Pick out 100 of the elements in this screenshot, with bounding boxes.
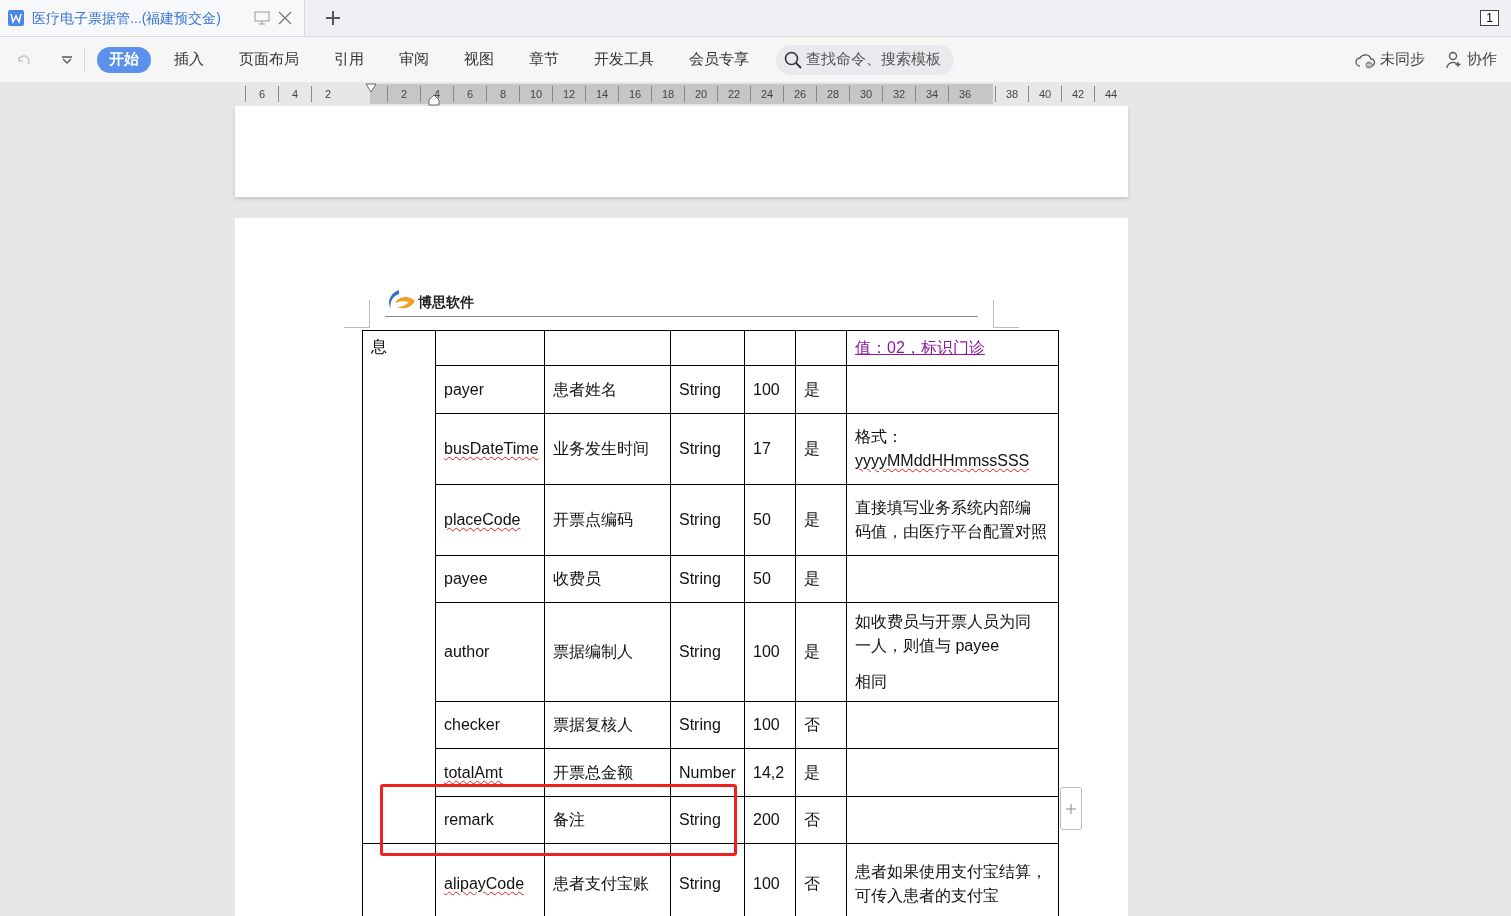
length-cell: 100 [744,365,796,414]
type-cell: String [670,365,745,414]
length-cell [744,330,796,366]
type-cell: String [670,484,745,556]
ruler-number: 24 [750,86,783,102]
note-text: 患者如果使用支付宝结算， [855,861,1048,882]
ruler-number: 4 [278,86,311,102]
note-text: 如收费员与开票人员为同 [855,612,1032,632]
required-cell: 否 [795,701,847,749]
document-title: 医疗电子票据管...(福建预交金) [32,8,221,28]
document-tab[interactable]: 医疗电子票据管...(福建预交金) [0,0,305,36]
note-text: 直接填写业务系统内部编 [855,498,1032,518]
description-cell: 业务发生时间 [544,413,671,485]
type-cell: Number [670,748,745,797]
field-cell: remark [435,796,545,844]
ruler-number: 2 [311,86,344,102]
note-text: 相同 [855,672,888,692]
length-cell: 17 [744,413,796,485]
ribbon-tab[interactable]: 页面布局 [227,46,311,73]
ruler-number: 10 [519,86,552,102]
ribbon-tab[interactable]: 视图 [452,46,506,73]
field-cell: checker [435,701,545,749]
note-text: 一人，则值与 payee [855,636,1001,656]
user-add-icon[interactable] [1445,50,1463,69]
crop-mark [993,300,1019,328]
caret-icon[interactable] [62,55,72,64]
group-label: 息 [371,338,387,355]
ruler-number: 30 [849,86,882,102]
note-link[interactable]: 值：02，标识门诊 [855,336,1050,360]
field-cell: author [435,602,545,702]
required-cell: 是 [795,413,847,485]
ruler-number: 36 [948,86,981,102]
ribbon-tab[interactable]: 章节 [517,46,571,73]
type-cell: String [670,701,745,749]
type-cell: String [670,555,745,603]
ribbon-tab[interactable]: 插入 [162,46,216,73]
plus-icon [1066,803,1076,814]
required-cell: 是 [795,365,847,414]
type-cell: String [670,796,745,844]
search-icon [784,50,802,69]
ruler-number: 14 [585,86,618,102]
ruler-number: 2 [387,86,420,102]
description-cell: 患者姓名 [544,365,671,414]
ruler-number: 28 [816,86,849,102]
length-cell: 50 [744,484,796,556]
logo-text: 博思软件 [418,293,474,312]
plus-icon[interactable] [325,10,341,26]
page-count[interactable]: 1 [1480,10,1499,26]
note-text: 格式： [855,427,904,447]
length-cell: 100 [744,602,796,702]
length-cell: 100 [744,701,796,749]
required-cell: 否 [795,796,847,844]
description-cell: 备注 [544,796,671,844]
description-cell: 开票总金额 [544,748,671,797]
ruler-number: 16 [618,86,651,102]
note-text: yyyyMMddHHmmssSSS [855,451,1031,471]
close-icon[interactable] [278,11,292,25]
length-cell: 200 [744,796,796,844]
type-cell: String [670,413,745,485]
required-cell: 是 [795,484,847,556]
field-cell: payee [435,555,545,603]
description-cell: 收费员 [544,555,671,603]
field-cell: totalAmt [435,748,545,797]
ruler-number: 20 [684,86,717,102]
note-text: 可传入患者的支付宝 [855,885,1000,906]
ribbon-tab[interactable]: 引用 [322,46,376,73]
note-text: 码值，由医疗平台配置对照 [855,522,1048,542]
ruler-number: 44 [1094,86,1127,102]
ribbon-tab[interactable]: 审阅 [387,46,441,73]
field-cell: payer [435,365,545,414]
ruler-number: 6 [453,86,486,102]
document-icon [8,10,24,26]
ruler-number: 32 [882,86,915,102]
ruler-number: 12 [552,86,585,102]
ruler-number: 8 [486,86,519,102]
required-cell: 是 [795,555,847,603]
collaborate-label[interactable]: 协作 [1467,48,1497,71]
ruler-number: 38 [995,86,1028,102]
crop-mark [344,300,370,328]
field-cell: placeCode [435,484,545,556]
field-cell: busDateTime [435,413,545,485]
description-cell: 票据编制人 [544,602,671,702]
required-cell: 是 [795,748,847,797]
ruler-number: 42 [1061,86,1094,102]
ruler-number: 34 [915,86,948,102]
search-field[interactable]: 查找命令、搜索模板 [776,44,954,75]
ruler-number: 18 [651,86,684,102]
ruler-number: 40 [1028,86,1061,102]
description-cell: 开票点编码 [544,484,671,556]
ruler-number: 26 [783,86,816,102]
required-cell: 是 [795,602,847,702]
description-cell: 票据复核人 [544,701,671,749]
ruler-number: 22 [717,86,750,102]
type-cell: String [670,602,745,702]
sync-status[interactable]: 未同步 [1380,48,1425,71]
ribbon-tab[interactable]: 会员专享 [677,46,761,73]
ruler-number: 6 [245,86,278,102]
length-cell: 14,2 [744,748,796,797]
length-cell: 50 [744,555,796,603]
ribbon-tab[interactable]: 开发工具 [582,46,666,73]
